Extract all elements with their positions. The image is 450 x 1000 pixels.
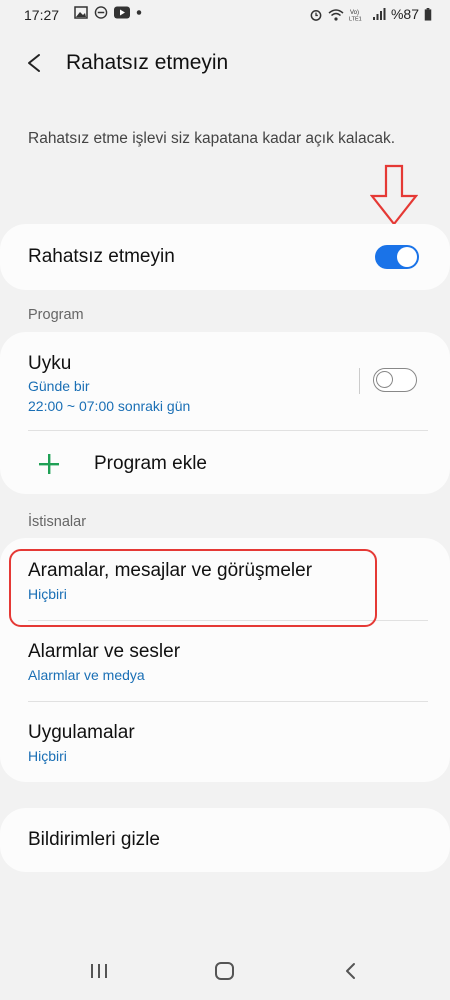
schedule-title: Uyku — [28, 353, 72, 374]
hide-notifications-label: Bildirimleri gizle — [28, 829, 160, 850]
navigation-bar — [0, 940, 450, 1000]
exception-title: Uygulamalar — [28, 722, 135, 743]
page-title: Rahatsız etmeyin — [66, 51, 229, 74]
annotation-arrow-icon — [370, 164, 418, 226]
exception-title: Alarmlar ve sesler — [28, 641, 181, 662]
exception-item-apps[interactable]: Uygulamalar Hiçbiri — [0, 702, 450, 782]
home-icon — [215, 962, 234, 980]
dnd-toggle-label: Rahatsız etmeyin — [28, 246, 175, 267]
back-arrow-icon — [346, 963, 355, 979]
section-header-exceptions: İstisnalar — [28, 514, 87, 530]
dnd-switch[interactable] — [375, 245, 419, 269]
hide-notifications-row[interactable]: Bildirimleri gizle — [0, 808, 450, 872]
annotation-highlight-box — [9, 549, 377, 627]
switch-knob — [376, 371, 393, 388]
recent-apps-icon — [91, 964, 107, 978]
vertical-divider — [359, 368, 360, 394]
description-text: Rahatsız etme işlevi siz kapatana kadar … — [28, 130, 396, 147]
exception-item-alarms-sounds[interactable]: Alarmlar ve sesler Alarmlar ve medya — [0, 621, 450, 701]
signal-icon — [372, 7, 386, 20]
status-time: 17:27 — [24, 7, 60, 23]
dot-icon — [136, 10, 142, 15]
dnd-toggle-row[interactable]: Rahatsız etmeyin — [0, 224, 450, 290]
volte-icon: Vo)LTE1 — [349, 10, 362, 21]
recent-apps-button[interactable] — [86, 958, 112, 984]
home-button[interactable] — [212, 958, 238, 984]
alarm-icon — [310, 9, 322, 21]
status-bar: 17:27 Vo) LTE1 %87 — [0, 0, 450, 30]
exception-subtitle: Alarmlar ve medya — [28, 667, 145, 683]
battery-percentage: %87 — [390, 6, 419, 22]
program-card: Uyku Günde bir 22:00 ~ 07:00 sonraki gün… — [0, 332, 450, 494]
svg-text:LTE1: LTE1 — [349, 16, 362, 21]
add-program-label: Program ekle — [94, 453, 207, 474]
dnd-icon — [94, 6, 108, 19]
schedule-time: 22:00 ~ 07:00 sonraki gün — [28, 398, 191, 414]
switch-knob — [397, 247, 417, 267]
section-header-program: Program — [28, 307, 84, 323]
plus-icon — [39, 454, 59, 474]
wifi-icon — [328, 8, 344, 21]
back-nav-button[interactable] — [338, 958, 364, 984]
schedule-switch[interactable] — [373, 368, 417, 392]
battery-icon — [424, 7, 432, 21]
app-bar: Rahatsız etmeyin — [0, 38, 450, 88]
schedule-frequency: Günde bir — [28, 378, 90, 394]
chevron-left-icon — [28, 54, 40, 72]
youtube-icon — [114, 6, 130, 19]
schedule-row-sleep[interactable]: Uyku Günde bir 22:00 ~ 07:00 sonraki gün — [0, 332, 355, 430]
image-icon — [74, 6, 88, 19]
exception-subtitle: Hiçbiri — [28, 748, 67, 764]
add-program-button[interactable]: Program ekle — [0, 431, 450, 493]
back-button[interactable] — [20, 48, 50, 78]
svg-text:Vo): Vo) — [350, 10, 359, 16]
